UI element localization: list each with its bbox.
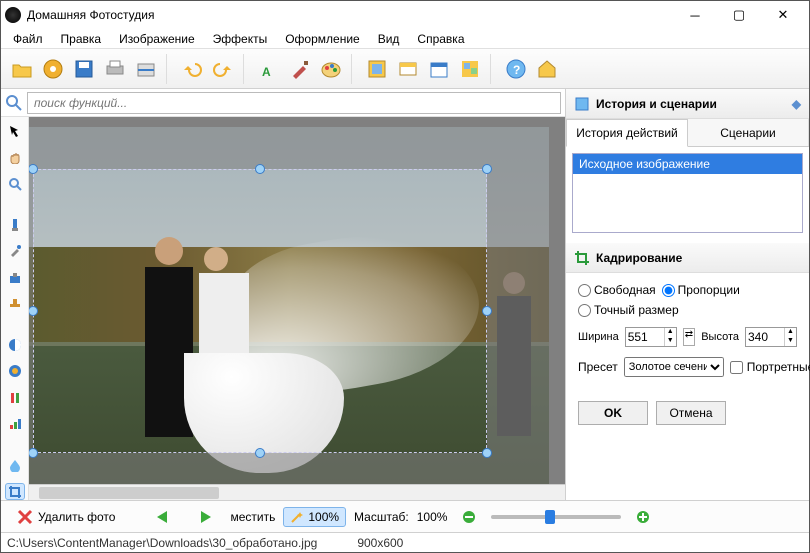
ok-button[interactable]: OK: [578, 401, 648, 425]
collage-icon[interactable]: [455, 54, 485, 84]
menu-image[interactable]: Изображение: [111, 30, 203, 48]
help-icon[interactable]: ?: [501, 54, 531, 84]
stamp-tool-icon[interactable]: [5, 296, 25, 312]
crop-icon: [574, 250, 590, 266]
levels-tool-icon[interactable]: [5, 416, 25, 432]
crop-rectangle[interactable]: [33, 169, 487, 453]
crop-handle-n[interactable]: [255, 164, 265, 174]
next-button[interactable]: [188, 506, 222, 528]
contrast-tool-icon[interactable]: [5, 337, 25, 353]
menu-edit[interactable]: Правка: [53, 30, 110, 48]
crop-panel-title: Кадрирование: [596, 251, 682, 265]
search-bar: [1, 89, 565, 117]
pointer-tool-icon[interactable]: [5, 123, 25, 139]
menu-design[interactable]: Оформление: [277, 30, 367, 48]
height-label: Высота: [701, 331, 739, 343]
zoom-out-button[interactable]: [455, 507, 483, 527]
home-icon[interactable]: [532, 54, 562, 84]
save-icon[interactable]: [69, 54, 99, 84]
delete-photo-button[interactable]: Удалить фото: [9, 505, 122, 529]
app-title: Домашняя Фотостудия: [27, 8, 673, 22]
preset-label: Пресет: [578, 360, 618, 374]
height-input[interactable]: ▲▼: [745, 327, 797, 347]
wand-icon: [290, 510, 304, 524]
scan-icon[interactable]: [131, 54, 161, 84]
history-panel-title: История и сценарии: [596, 97, 717, 111]
tab-scenarios[interactable]: Сценарии: [688, 119, 809, 146]
brush-tool-icon[interactable]: [5, 217, 25, 233]
color-balance-tool-icon[interactable]: [5, 389, 25, 405]
swap-dims-button[interactable]: ⇄: [683, 328, 696, 346]
app-icon: [5, 7, 21, 23]
canvas-hscroll[interactable]: [29, 484, 565, 500]
pin-icon[interactable]: ◆: [792, 97, 801, 111]
menubar: Файл Правка Изображение Эффекты Оформлен…: [1, 29, 809, 49]
radio-exact[interactable]: Точный размер: [578, 303, 679, 317]
undo-icon[interactable]: [177, 54, 207, 84]
crop-tool-icon[interactable]: [5, 483, 25, 500]
history-item[interactable]: Исходное изображение: [573, 154, 802, 174]
svg-text:?: ?: [513, 63, 520, 77]
crop-panel-header: Кадрирование: [566, 243, 809, 273]
brush-icon[interactable]: [285, 54, 315, 84]
cancel-button[interactable]: Отмена: [656, 401, 726, 425]
crop-handle-e[interactable]: [482, 306, 492, 316]
redo-icon[interactable]: [208, 54, 238, 84]
zoom-tool-icon[interactable]: [5, 176, 25, 192]
calendar-icon[interactable]: [424, 54, 454, 84]
status-bar: C:\Users\ContentManager\Downloads\30_обр…: [1, 532, 809, 552]
move-label: местить: [230, 510, 275, 524]
main-toolbar: A ?: [1, 49, 809, 89]
menu-help[interactable]: Справка: [409, 30, 472, 48]
crop-handle-se[interactable]: [482, 448, 492, 458]
prev-button[interactable]: [146, 506, 180, 528]
scale-label: Масштаб:: [354, 510, 409, 524]
saturation-tool-icon[interactable]: [5, 363, 25, 379]
bottom-toolbar: Удалить фото местить 100% Масштаб: 100%: [1, 500, 809, 532]
width-input[interactable]: ▲▼: [625, 327, 677, 347]
scale-value: 100%: [417, 510, 448, 524]
history-list[interactable]: Исходное изображение: [572, 153, 803, 233]
minimize-button[interactable]: ─: [673, 1, 717, 29]
palette-icon[interactable]: [316, 54, 346, 84]
clone-tool-icon[interactable]: [5, 269, 25, 285]
width-label: Ширина: [578, 331, 619, 343]
titlebar: Домашняя Фотостудия ─ ▢ ✕: [1, 1, 809, 29]
svg-text:A: A: [262, 65, 271, 79]
crop-handle-s[interactable]: [255, 448, 265, 458]
canvas[interactable]: [29, 117, 565, 484]
search-icon[interactable]: [1, 94, 27, 112]
zoom-slider[interactable]: [491, 515, 621, 519]
open-icon[interactable]: [7, 54, 37, 84]
portrait-checkbox[interactable]: Портретные: [730, 360, 810, 374]
maximize-button[interactable]: ▢: [717, 1, 761, 29]
search-input[interactable]: [27, 92, 561, 114]
close-button[interactable]: ✕: [761, 1, 805, 29]
eyedropper-tool-icon[interactable]: [5, 243, 25, 259]
card-icon[interactable]: [393, 54, 423, 84]
blur-tool-icon[interactable]: [5, 457, 25, 473]
radio-free[interactable]: Свободная: [578, 283, 656, 297]
menu-effects[interactable]: Эффекты: [205, 30, 276, 48]
print-icon[interactable]: [100, 54, 130, 84]
catalog-icon[interactable]: [38, 54, 68, 84]
delete-icon: [16, 508, 34, 526]
fit-zoom-button[interactable]: 100%: [283, 507, 346, 527]
crop-handle-ne[interactable]: [482, 164, 492, 174]
frame-icon[interactable]: [362, 54, 392, 84]
status-dims: 900x600: [357, 536, 403, 550]
menu-view[interactable]: Вид: [370, 30, 408, 48]
zoom-in-button[interactable]: [629, 507, 657, 527]
text-icon[interactable]: A: [254, 54, 284, 84]
status-path: C:\Users\ContentManager\Downloads\30_обр…: [7, 536, 317, 550]
preset-select[interactable]: Золотое сечение: [624, 357, 724, 377]
menu-file[interactable]: Файл: [5, 30, 51, 48]
radio-proportions[interactable]: Пропорции: [662, 283, 740, 297]
hand-tool-icon[interactable]: [5, 149, 25, 165]
history-panel-header: История и сценарии ◆: [566, 89, 809, 119]
tool-palette: [1, 117, 29, 500]
tab-history[interactable]: История действий: [566, 119, 688, 147]
history-icon: [574, 96, 590, 112]
right-panel: История и сценарии ◆ История действий Сц…: [565, 89, 809, 500]
